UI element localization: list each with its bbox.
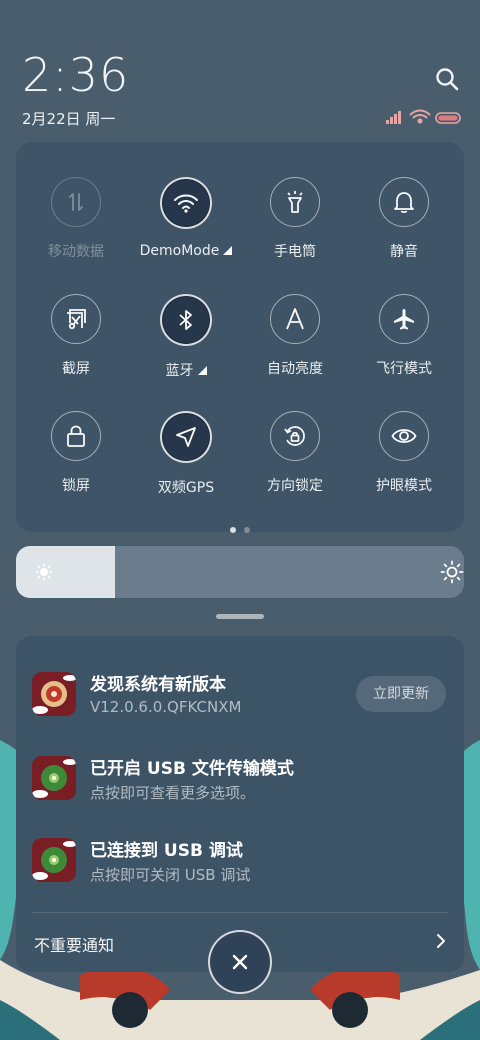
- notification-title: 已开启 USB 文件传输模式: [90, 759, 294, 779]
- brightness-low-icon: [35, 563, 53, 581]
- notification-subtitle: 点按即可关闭 USB 调试: [90, 866, 251, 884]
- notification-usb-debugging[interactable]: 已连接到 USB 调试 点按即可关闭 USB 调试: [16, 834, 464, 904]
- rotation-lock-icon: [270, 411, 320, 461]
- bluetooth-icon: [160, 294, 212, 346]
- bell-icon: [379, 177, 429, 227]
- notification-subtitle: V12.0.6.0.QFKCNXM: [90, 698, 242, 716]
- signal-icon: [386, 111, 401, 124]
- brightness-slider[interactable]: [16, 546, 464, 598]
- divider: [32, 912, 448, 913]
- tile-label: 蓝牙: [131, 360, 241, 380]
- tile-label: 锁屏: [62, 478, 90, 494]
- notification-title: 已连接到 USB 调试: [90, 841, 243, 861]
- search-icon[interactable]: [434, 66, 462, 94]
- tile-airplane[interactable]: 飞行模式: [349, 294, 459, 378]
- update-now-button[interactable]: 立即更新: [356, 676, 446, 712]
- tile-bluetooth[interactable]: 蓝牙: [131, 294, 241, 380]
- android-system-app-icon: [32, 838, 76, 882]
- tile-label-text: 蓝牙: [165, 363, 194, 379]
- tile-label: 方向锁定: [267, 478, 323, 494]
- unimportant-notifications-link[interactable]: 不重要通知: [34, 932, 114, 956]
- tile-eye-care[interactable]: 护眼模式: [349, 411, 459, 495]
- tile-label: 飞行模式: [376, 361, 432, 377]
- notification-panel: 发现系统有新版本 V12.0.6.0.QFKCNXM 立即更新 已开启 USB …: [16, 636, 464, 972]
- screenshot-icon: [51, 294, 101, 344]
- system-update-app-icon: [32, 672, 76, 716]
- notification-title: 发现系统有新版本: [90, 675, 226, 695]
- wifi-status-icon: [409, 109, 431, 124]
- tile-silent[interactable]: 静音: [349, 177, 459, 261]
- chevron-right-icon[interactable]: [434, 932, 448, 950]
- brightness-fill: [16, 546, 115, 598]
- tile-gps[interactable]: 双频GPS: [131, 411, 241, 497]
- brightness-high-icon: [440, 560, 464, 584]
- tile-screenshot[interactable]: 截屏: [21, 294, 131, 378]
- page-dot[interactable]: [230, 527, 236, 533]
- status-icons: [386, 109, 461, 124]
- tile-wifi[interactable]: DemoMode: [131, 177, 241, 259]
- tile-label: 双频GPS: [157, 480, 215, 496]
- tile-lock-screen[interactable]: 锁屏: [21, 411, 131, 495]
- tile-label: 护眼模式: [376, 478, 432, 494]
- drag-handle[interactable]: [216, 614, 264, 619]
- android-system-app-icon: [32, 756, 76, 800]
- quick-settings-panel: 移动数据 DemoMode 手电筒 静音 截屏 蓝牙 自动亮度 飞行模式 锁屏 …: [16, 142, 464, 533]
- mobile-data-icon: [51, 177, 101, 227]
- gps-icon: [160, 411, 212, 463]
- auto-brightness-icon: [270, 294, 320, 344]
- tile-label: 静音: [390, 244, 418, 260]
- tile-mobile-data[interactable]: 移动数据: [21, 177, 131, 261]
- airplane-icon: [379, 294, 429, 344]
- clock: 2:36: [22, 48, 130, 102]
- tile-flashlight[interactable]: 手电筒: [240, 177, 350, 261]
- expand-arrow-icon[interactable]: [197, 366, 207, 375]
- page-dot[interactable]: [244, 527, 250, 533]
- clear-all-button[interactable]: [208, 930, 272, 994]
- date-label: 2月22日 周一: [22, 110, 116, 128]
- notification-usb-transfer[interactable]: 已开启 USB 文件传输模式 点按即可查看更多选项。: [16, 752, 464, 822]
- tile-rotation-lock[interactable]: 方向锁定: [240, 411, 350, 495]
- lock-icon: [51, 411, 101, 461]
- close-icon: [232, 954, 248, 970]
- tile-label: 自动亮度: [267, 361, 323, 377]
- expand-arrow-icon[interactable]: [223, 246, 233, 255]
- tile-label: 移动数据: [48, 244, 104, 260]
- tile-label: DemoMode: [131, 243, 241, 259]
- page-indicator: [16, 518, 464, 537]
- tile-label: 截屏: [62, 361, 90, 377]
- flashlight-icon: [270, 177, 320, 227]
- battery-icon: [435, 112, 461, 124]
- tile-label-text: DemoMode: [139, 243, 220, 259]
- tile-auto-brightness[interactable]: 自动亮度: [240, 294, 350, 378]
- eye-icon: [379, 411, 429, 461]
- notification-subtitle: 点按即可查看更多选项。: [90, 784, 256, 802]
- notification-system-update[interactable]: 发现系统有新版本 V12.0.6.0.QFKCNXM 立即更新: [16, 668, 464, 738]
- wifi-icon: [160, 177, 212, 229]
- tile-label: 手电筒: [274, 244, 316, 260]
